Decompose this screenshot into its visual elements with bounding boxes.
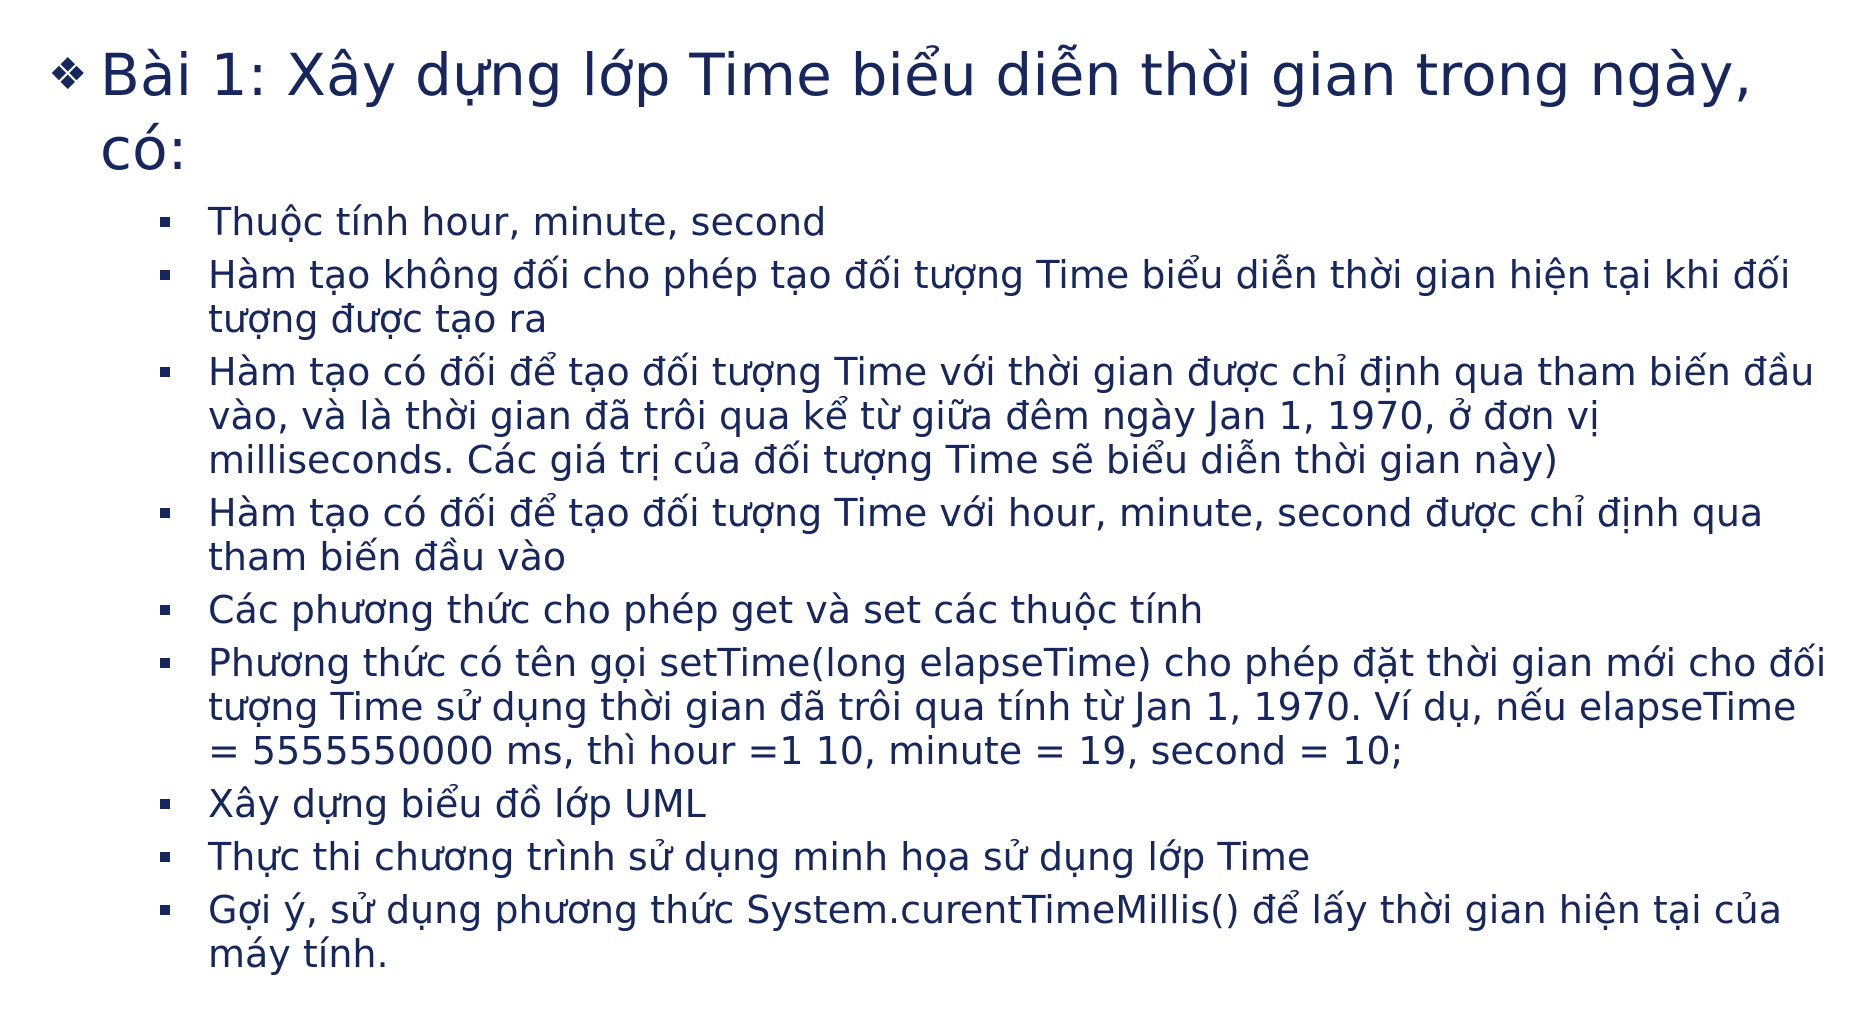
list-item: Xây dựng biểu đồ lớp UML (160, 782, 1833, 826)
list-item-text: Gợi ý, sử dụng phương thức System.curent… (208, 888, 1782, 976)
list-item: Hàm tạo có đối để tạo đối tượng Time với… (160, 350, 1833, 482)
diamond-bullet-icon: ❖ (48, 49, 88, 100)
slide: ❖ Bài 1: Xây dựng lớp Time biểu diễn thờ… (0, 0, 1873, 1035)
list-item: Hàm tạo có đối để tạo đối tượng Time với… (160, 491, 1833, 579)
list-item-text: Hàm tạo có đối để tạo đối tượng Time với… (208, 350, 1815, 482)
square-bullet-icon (160, 508, 170, 518)
list-item-text: Phương thức có tên gọi setTime(long elap… (208, 641, 1827, 773)
list-item-text: Thuộc tính hour, minute, second (208, 200, 827, 244)
list-item: Hàm tạo không đối cho phép tạo đối tượng… (160, 253, 1833, 341)
square-bullet-icon (160, 799, 170, 809)
slide-title-row: ❖ Bài 1: Xây dựng lớp Time biểu diễn thờ… (48, 38, 1833, 186)
square-bullet-icon (160, 605, 170, 615)
list-item-text: Xây dựng biểu đồ lớp UML (208, 782, 706, 826)
list-item: Thực thi chương trình sử dụng minh họa s… (160, 835, 1833, 879)
square-bullet-icon (160, 217, 170, 227)
list-item-text: Hàm tạo có đối để tạo đối tượng Time với… (208, 491, 1764, 579)
list-item: Phương thức có tên gọi setTime(long elap… (160, 641, 1833, 773)
square-bullet-icon (160, 270, 170, 280)
square-bullet-icon (160, 658, 170, 668)
square-bullet-icon (160, 852, 170, 862)
bullet-list: Thuộc tính hour, minute, second Hàm tạo … (48, 200, 1833, 976)
square-bullet-icon (160, 905, 170, 915)
slide-title: Bài 1: Xây dựng lớp Time biểu diễn thời … (100, 41, 1753, 183)
list-item: Thuộc tính hour, minute, second (160, 200, 1833, 244)
list-item-text: Các phương thức cho phép get và set các … (208, 588, 1204, 632)
list-item: Các phương thức cho phép get và set các … (160, 588, 1833, 632)
list-item-text: Thực thi chương trình sử dụng minh họa s… (208, 835, 1311, 879)
list-item: Gợi ý, sử dụng phương thức System.curent… (160, 888, 1833, 976)
list-item-text: Hàm tạo không đối cho phép tạo đối tượng… (208, 253, 1791, 341)
square-bullet-icon (160, 367, 170, 377)
